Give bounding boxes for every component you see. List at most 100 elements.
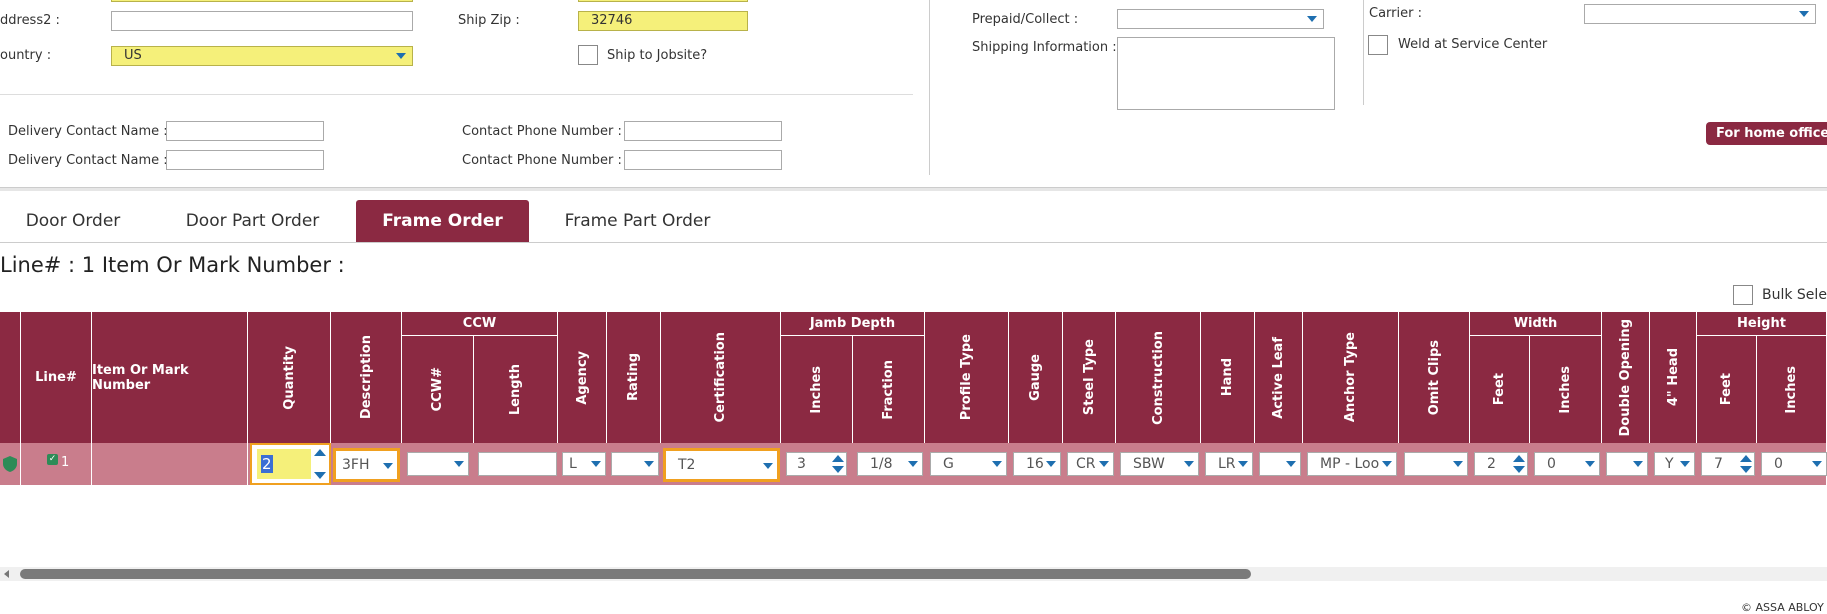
ship-to-jobsite-label: Ship to Jobsite? [607, 48, 708, 63]
col-steel-type[interactable]: Steel Type [1063, 312, 1116, 443]
col-hand-label: Hand [1220, 358, 1235, 397]
col-width-inches[interactable]: Inches [1530, 336, 1602, 443]
tab-door-order[interactable]: Door Order [18, 200, 128, 242]
row-status-cell [0, 443, 21, 485]
steel-type-select[interactable]: CR [1067, 452, 1114, 476]
col-omit-clips-label: Omit Clips [1426, 339, 1442, 416]
chevron-down-icon [644, 461, 654, 467]
shipping-info-textarea[interactable] [1117, 37, 1335, 110]
ship-to-jobsite-checkbox[interactable] [578, 45, 598, 65]
col-profile-type[interactable]: Profile Type [925, 312, 1009, 443]
col-agency[interactable]: Agency [558, 312, 607, 443]
col-steel-type-label: Steel Type [1081, 339, 1097, 416]
chevron-down-icon [1307, 16, 1317, 22]
active-leaf-select[interactable] [1259, 452, 1301, 476]
decrement-icon[interactable] [832, 466, 844, 473]
description-select[interactable]: 3FH [333, 448, 400, 482]
hand-select[interactable]: LR [1205, 452, 1253, 476]
col-construction[interactable]: Construction [1116, 312, 1201, 443]
col-gauge[interactable]: Gauge [1009, 312, 1063, 443]
col-double-opening[interactable]: Double Opening [1602, 312, 1650, 443]
contact-phone-1-input[interactable] [624, 121, 782, 141]
agency-select[interactable]: L [562, 452, 606, 476]
length-input[interactable] [478, 452, 557, 476]
col-quantity[interactable]: Quantity [248, 312, 331, 443]
col-hand[interactable]: Hand [1201, 312, 1255, 443]
col-jamb-inches[interactable]: Inches [781, 336, 853, 443]
col-active-leaf-label: Active Leaf [1271, 336, 1286, 419]
col-ccw-num[interactable]: CCW# [402, 336, 474, 443]
col-four-head[interactable]: 4" Head [1650, 312, 1697, 443]
col-height-inches[interactable]: Inches [1757, 336, 1827, 443]
horizontal-scrollbar[interactable] [0, 567, 1827, 581]
col-certification[interactable]: Certification [661, 312, 781, 443]
profile-type-select[interactable]: G [930, 452, 1007, 476]
prepaid-collect-select[interactable] [1117, 9, 1324, 29]
decrement-icon[interactable] [1513, 466, 1525, 473]
chevron-down-icon [454, 461, 464, 467]
column-divider [929, 0, 930, 175]
col-height-feet[interactable]: Feet [1697, 336, 1757, 443]
form-divider [0, 94, 913, 95]
increment-icon[interactable] [1740, 455, 1752, 462]
anchor-type-select[interactable]: MP - Loo [1307, 452, 1397, 476]
tab-door-part-order[interactable]: Door Part Order [180, 200, 325, 242]
col-agency-label: Agency [574, 350, 590, 405]
width-inches-select[interactable]: 0 [1534, 452, 1600, 476]
contact-phone-2-input[interactable] [624, 150, 782, 170]
height-inches-value: 0 [1774, 456, 1783, 472]
home-office-button[interactable]: For home office u [1706, 122, 1827, 145]
increment-icon[interactable] [314, 449, 326, 456]
construction-select[interactable]: SBW [1120, 452, 1199, 476]
col-rating[interactable]: Rating [607, 312, 661, 443]
ship-city-input-edge[interactable] [578, 0, 748, 2]
scrollbar-thumb[interactable] [20, 569, 1251, 579]
chevron-down-icon [1046, 461, 1056, 467]
height-inches-select[interactable]: 0 [1761, 452, 1827, 476]
double-opening-select[interactable] [1606, 452, 1648, 476]
increment-icon[interactable] [1513, 455, 1525, 462]
tab-frame-part-order[interactable]: Frame Part Order [560, 200, 715, 242]
address1-input-edge[interactable] [111, 0, 413, 2]
tab-frame-order[interactable]: Frame Order [356, 200, 529, 242]
col-length[interactable]: Length [474, 336, 558, 443]
delivery-contact-1-input[interactable] [166, 121, 324, 141]
weld-checkbox[interactable] [1368, 35, 1388, 55]
ccw-num-select[interactable] [407, 452, 469, 476]
row-item-mark-cell[interactable] [92, 443, 248, 485]
quantity-input[interactable]: 2 [257, 449, 311, 479]
height-feet-value: 7 [1714, 456, 1723, 472]
country-select[interactable]: US [111, 46, 413, 66]
col-gauge-label: Gauge [1028, 354, 1043, 401]
bulk-select-checkbox[interactable] [1733, 285, 1753, 305]
col-description[interactable]: Description [331, 312, 402, 443]
jamb-fraction-select[interactable]: 1/8 [857, 452, 923, 476]
width-feet-stepper[interactable]: 2 [1474, 452, 1528, 476]
certification-select[interactable]: T2 [663, 448, 780, 482]
jamb-fraction-value: 1/8 [870, 456, 893, 472]
row-line-value: 1 [61, 455, 70, 470]
ship-zip-input[interactable]: 32746 [578, 11, 748, 31]
gauge-select[interactable]: 16 [1013, 452, 1061, 476]
carrier-select[interactable] [1584, 4, 1816, 24]
col-jamb-fraction[interactable]: Fraction [853, 336, 925, 443]
address2-input[interactable] [111, 11, 413, 31]
jamb-inches-stepper[interactable]: 3 [786, 452, 847, 476]
decrement-icon[interactable] [314, 472, 326, 479]
four-head-select[interactable]: Y [1654, 452, 1695, 476]
omit-clips-select[interactable] [1404, 452, 1468, 476]
shipping-info-label: Shipping Information : [972, 40, 1117, 55]
delivery-contact-2-input[interactable] [166, 150, 324, 170]
decrement-icon[interactable] [1740, 466, 1752, 473]
col-active-leaf[interactable]: Active Leaf [1255, 312, 1303, 443]
height-feet-stepper[interactable]: 7 [1701, 452, 1755, 476]
quantity-stepper[interactable]: 2 [250, 443, 331, 485]
rating-select[interactable] [611, 452, 659, 476]
col-width-feet[interactable]: Feet [1470, 336, 1530, 443]
increment-icon[interactable] [832, 455, 844, 462]
certification-value: T2 [678, 457, 696, 473]
bulk-select-label: Bulk Sele [1762, 287, 1827, 303]
scroll-left-icon[interactable] [4, 570, 9, 578]
col-omit-clips[interactable]: Omit Clips [1399, 312, 1470, 443]
col-anchor-type[interactable]: Anchor Type [1303, 312, 1399, 443]
